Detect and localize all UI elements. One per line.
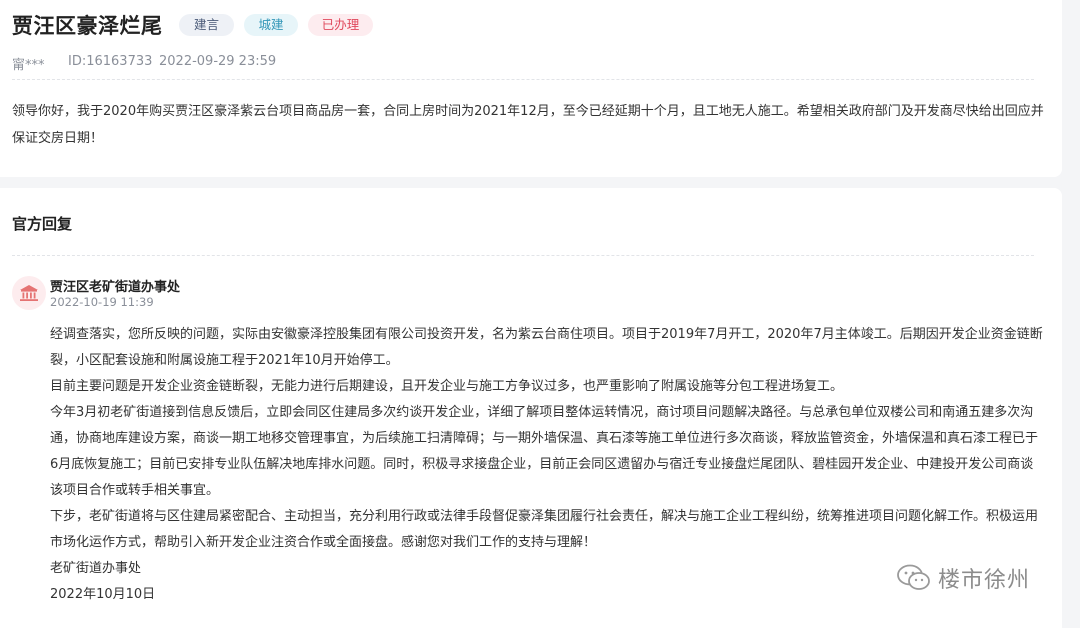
petition-id: ID:16163733 [68,54,153,69]
reply-line: 下步，老矿街道将与区住建局紧密配合、主动担当，充分利用行政或法律手段督促豪泽集团… [50,509,1039,524]
petition-user: 甯*** [12,58,45,73]
reply-heading: 官方回复 [12,215,73,233]
reply-line: 通，协商地库建设方案，商谈一期工地移交管理事宜，为后续施工扫清障碍；与一期外墙保… [50,431,1039,446]
divider [12,255,1034,256]
tag-suggestion[interactable]: 建言 [179,14,234,36]
tag-urban-construction[interactable]: 城建 [244,14,298,36]
petition-content: 领导你好，我于2020年购买贾汪区豪泽紫云台项目商品房一套，合同上房时间为202… [12,98,1044,152]
wechat-icon [897,564,930,590]
divider [12,79,1034,80]
reply-time: 2022-10-19 11:39 [50,295,154,309]
reply-line: 目前主要问题是开发企业资金链断裂，无能力进行后期建设，且开发企业与施工方争议过多… [50,379,844,394]
petition-card: 贾汪区豪泽烂尾 建言 城建 已办理 甯*** ID:16163733 2022-… [0,0,1062,177]
watermark: 楼市徐州 [896,562,1030,594]
reply-line: 裂，小区配套设施和附属设施工程于2021年10月开始停工。 [50,353,399,368]
reply-department: 贾汪区老矿街道办事处 [50,280,181,295]
reply-line: 6月底恢复施工；目前已安排专业队伍解决地库排水问题。同时，积极寻求接盘企业，目前… [50,457,1034,472]
petition-title: 贾汪区豪泽烂尾 [12,14,163,38]
status-badge: 已办理 [308,14,373,36]
reply-line: 经调查落实，您所反映的问题，实际由安徽豪泽控股集团有限公司投资开发，名为紫云台商… [50,327,1043,342]
reply-line: 市场化运作方式，帮助引入新开发企业注资合作或全面接盘。感谢您对我们工作的支持与理… [50,535,597,550]
reply-line: 今年3月初老矿街道接到信息反馈后，立即会同区住建局多次约谈开发企业，详细了解项目… [50,405,1034,420]
petition-content-line: 保证交房日期！ [12,131,104,146]
reply-signature: 老矿街道办事处 [50,561,142,576]
reply-line: 该项目合作或转手相关事宜。 [50,483,220,498]
watermark-text: 楼市徐州 [938,568,1031,593]
reply-date: 2022年10月10日 [50,587,156,602]
petition-time: 2022-09-29 23:59 [159,54,277,69]
department-avatar [12,276,46,310]
government-building-icon [20,285,38,301]
reply-body: 经调查落实，您所反映的问题，实际由安徽豪泽控股集团有限公司投资开发，名为紫云台商… [50,322,1043,608]
petition-content-line: 领导你好，我于2020年购买贾汪区豪泽紫云台项目商品房一套，合同上房时间为202… [12,104,1044,119]
